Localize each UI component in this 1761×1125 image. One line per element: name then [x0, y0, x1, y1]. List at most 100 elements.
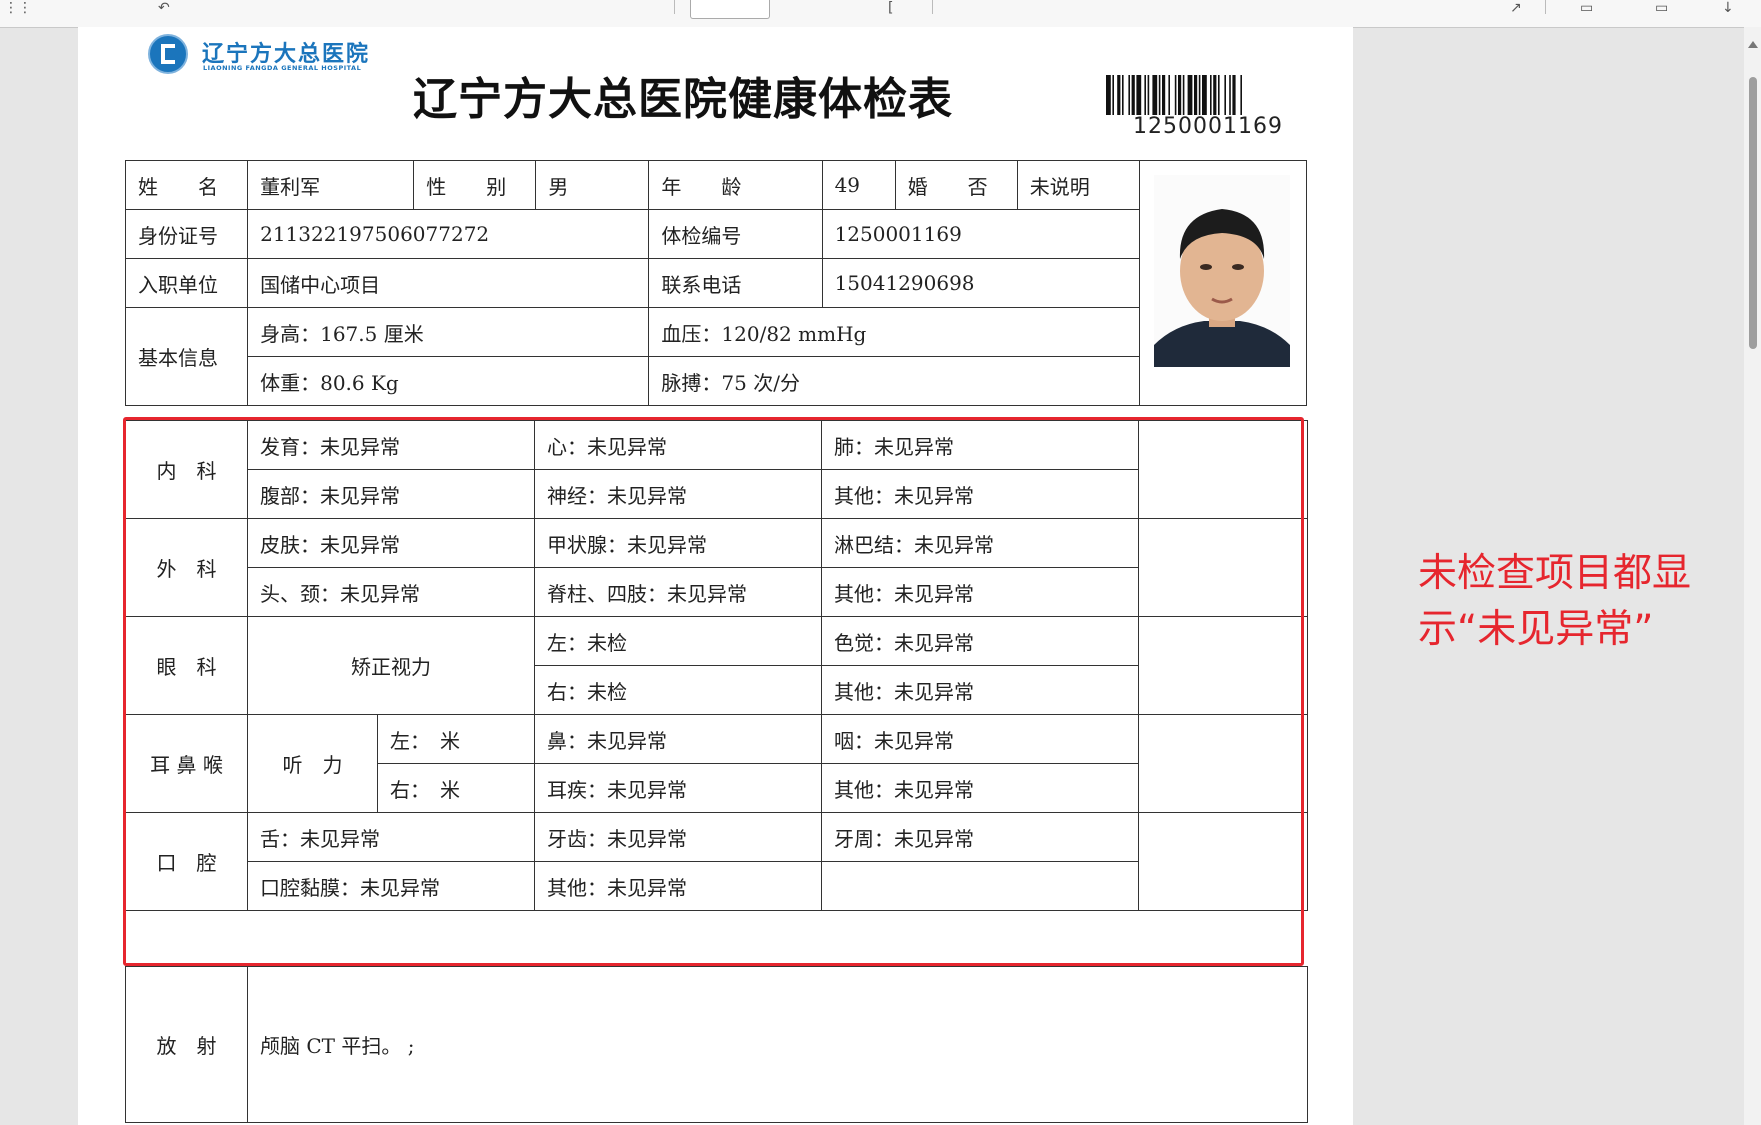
toolbar-separator — [674, 0, 675, 14]
barcode-bar — [1122, 75, 1124, 115]
barcode-bar — [1229, 75, 1231, 115]
oral-label: 口 腔 — [125, 812, 248, 911]
name-label: 姓 名 — [124, 160, 249, 210]
id-number-label: 身份证号 — [124, 209, 249, 259]
gender-label: 性 别 — [413, 160, 537, 210]
toolbar-icon[interactable]: ↶ — [158, 0, 170, 16]
eye-left: 左：未检 — [534, 616, 822, 666]
exam-no-value: 1250001169 — [821, 209, 1140, 259]
logo-emblem-icon — [148, 34, 188, 74]
annotation-line-2: 示“未见异常” — [1418, 607, 1654, 652]
barcode-bar — [1174, 75, 1177, 115]
barcode-bar — [1224, 75, 1226, 115]
surgery-label: 外 科 — [125, 518, 248, 617]
barcode-bar — [1128, 75, 1130, 115]
barcode-bar — [1194, 75, 1198, 115]
logo-name-en: LIAONING FANGDA GENERAL HOSPITAL — [203, 64, 362, 72]
ent-right-ear: 右： 米 — [377, 763, 535, 813]
scrollbar-thumb[interactable] — [1749, 77, 1757, 349]
toolbar-icon[interactable]: ▭ — [1655, 0, 1668, 16]
internal-label: 内 科 — [125, 420, 248, 519]
ent-sign-cell — [1138, 714, 1308, 813]
photo-cell — [1138, 160, 1308, 406]
barcode-bar — [1147, 75, 1150, 115]
radiology-table: 放 射 颅脑 CT 平扫。 ; — [125, 966, 1308, 1123]
surgery-head-neck: 头、颈：未见异常 — [247, 567, 535, 617]
vertical-scrollbar[interactable] — [1744, 27, 1761, 1125]
barcode-bar — [1136, 75, 1142, 115]
oral-empty — [821, 861, 1139, 911]
ent-other: 其他：未见异常 — [821, 763, 1139, 813]
annotation-note: 未检查项目都显 示“未见异常” — [1418, 546, 1718, 658]
barcode-bar — [1182, 75, 1185, 115]
phone-value: 15041290698 — [821, 258, 1140, 308]
eye-label: 眼 科 — [125, 616, 248, 715]
examination-table: 内 科 发育：未见异常 心：未见异常 肺：未见异常 腹部：未见异常 神经：未见异… — [125, 420, 1308, 911]
toolbar-icon[interactable]: ▭ — [1580, 0, 1593, 16]
eye-sign-cell — [1138, 616, 1308, 715]
barcode-bar — [1144, 75, 1146, 115]
barcode-bars — [1106, 75, 1242, 115]
exam-no-label: 体检编号 — [648, 209, 823, 259]
barcode-bar — [1112, 75, 1114, 115]
ent-throat: 咽：未见异常 — [821, 714, 1139, 764]
scroll-up-arrow-icon[interactable] — [1748, 41, 1758, 48]
basic-info-table: 姓 名 董利军 性 别 男 年 龄 49 婚 否 未说明 身份证号 211322… — [124, 160, 1308, 406]
document-title: 辽宁方大总医院健康体检表 — [413, 74, 953, 125]
age-label: 年 龄 — [648, 160, 823, 210]
employer-value: 国储中心项目 — [247, 258, 650, 308]
toolbar-icon[interactable]: [ — [888, 0, 893, 16]
barcode-bar — [1162, 75, 1166, 115]
phone-label: 联系电话 — [648, 258, 823, 308]
blood-pressure-value: 血压：120/82 mmHg — [648, 307, 1140, 357]
internal-other: 其他：未见异常 — [821, 469, 1139, 519]
internal-development: 发育：未见异常 — [247, 420, 535, 470]
person-photo-icon — [1153, 175, 1290, 367]
annotation-line-1: 未检查项目都显 — [1418, 551, 1692, 596]
internal-lung: 肺：未见异常 — [821, 420, 1139, 470]
marital-label: 婚 否 — [894, 160, 1018, 210]
weight-value: 体重：80.6 Kg — [247, 356, 650, 406]
toolbar-icon[interactable]: ⋮⋮ — [4, 0, 32, 16]
employer-label: 入职单位 — [124, 258, 249, 308]
barcode-bar — [1131, 75, 1135, 115]
barcode-bar — [1232, 75, 1236, 115]
ent-left-ear: 左： 米 — [377, 714, 535, 764]
viewer-toolbar: ⋮⋮ ↶ [ ↗ ▭ ▭ ↓ — [0, 0, 1761, 28]
barcode-bar — [1168, 75, 1170, 115]
surgery-thyroid: 甲状腺：未见异常 — [534, 518, 822, 568]
height-value: 身高：167.5 厘米 — [247, 307, 650, 357]
oral-mucosa: 口腔黏膜：未见异常 — [247, 861, 535, 911]
pulse-value: 脉搏：75 次/分 — [648, 356, 1140, 406]
id-photo — [1153, 175, 1290, 367]
barcode-bar — [1240, 75, 1242, 115]
gender-value: 男 — [535, 160, 650, 210]
toolbar-icon[interactable]: ↓ — [1722, 0, 1734, 16]
marital-value: 未说明 — [1016, 160, 1140, 210]
ent-nose: 鼻：未见异常 — [534, 714, 822, 764]
internal-nerve: 神经：未见异常 — [534, 469, 822, 519]
eye-right: 右：未检 — [534, 665, 822, 715]
barcode-bar — [1106, 75, 1111, 115]
oral-teeth: 牙齿：未见异常 — [534, 812, 822, 862]
barcode-bar — [1198, 75, 1201, 115]
surgery-skin: 皮肤：未见异常 — [247, 518, 535, 568]
barcode-bar — [1213, 75, 1217, 115]
barcode-number: 1250001169 — [1133, 114, 1283, 139]
barcode-bar — [1218, 75, 1220, 115]
surgery-sign-cell — [1138, 518, 1308, 617]
toolbar-icon[interactable]: ↗ — [1510, 0, 1522, 16]
surgery-other: 其他：未见异常 — [821, 567, 1139, 617]
age-value: 49 — [821, 160, 896, 210]
ent-label: 耳 鼻 喉 — [125, 714, 248, 813]
ent-hearing-label: 听 力 — [247, 714, 378, 813]
barcode-bar — [1210, 75, 1212, 115]
oral-sign-cell — [1138, 812, 1308, 911]
barcode-bar — [1187, 75, 1193, 115]
oral-periodontal: 牙周：未见异常 — [821, 812, 1139, 862]
eye-color: 色觉：未见异常 — [821, 616, 1139, 666]
page-number-input[interactable] — [690, 0, 770, 19]
id-number-value: 211322197506077272 — [247, 209, 650, 259]
barcode-bar — [1202, 75, 1207, 115]
radiology-value: 颅脑 CT 平扫。 ; — [247, 966, 1308, 1123]
